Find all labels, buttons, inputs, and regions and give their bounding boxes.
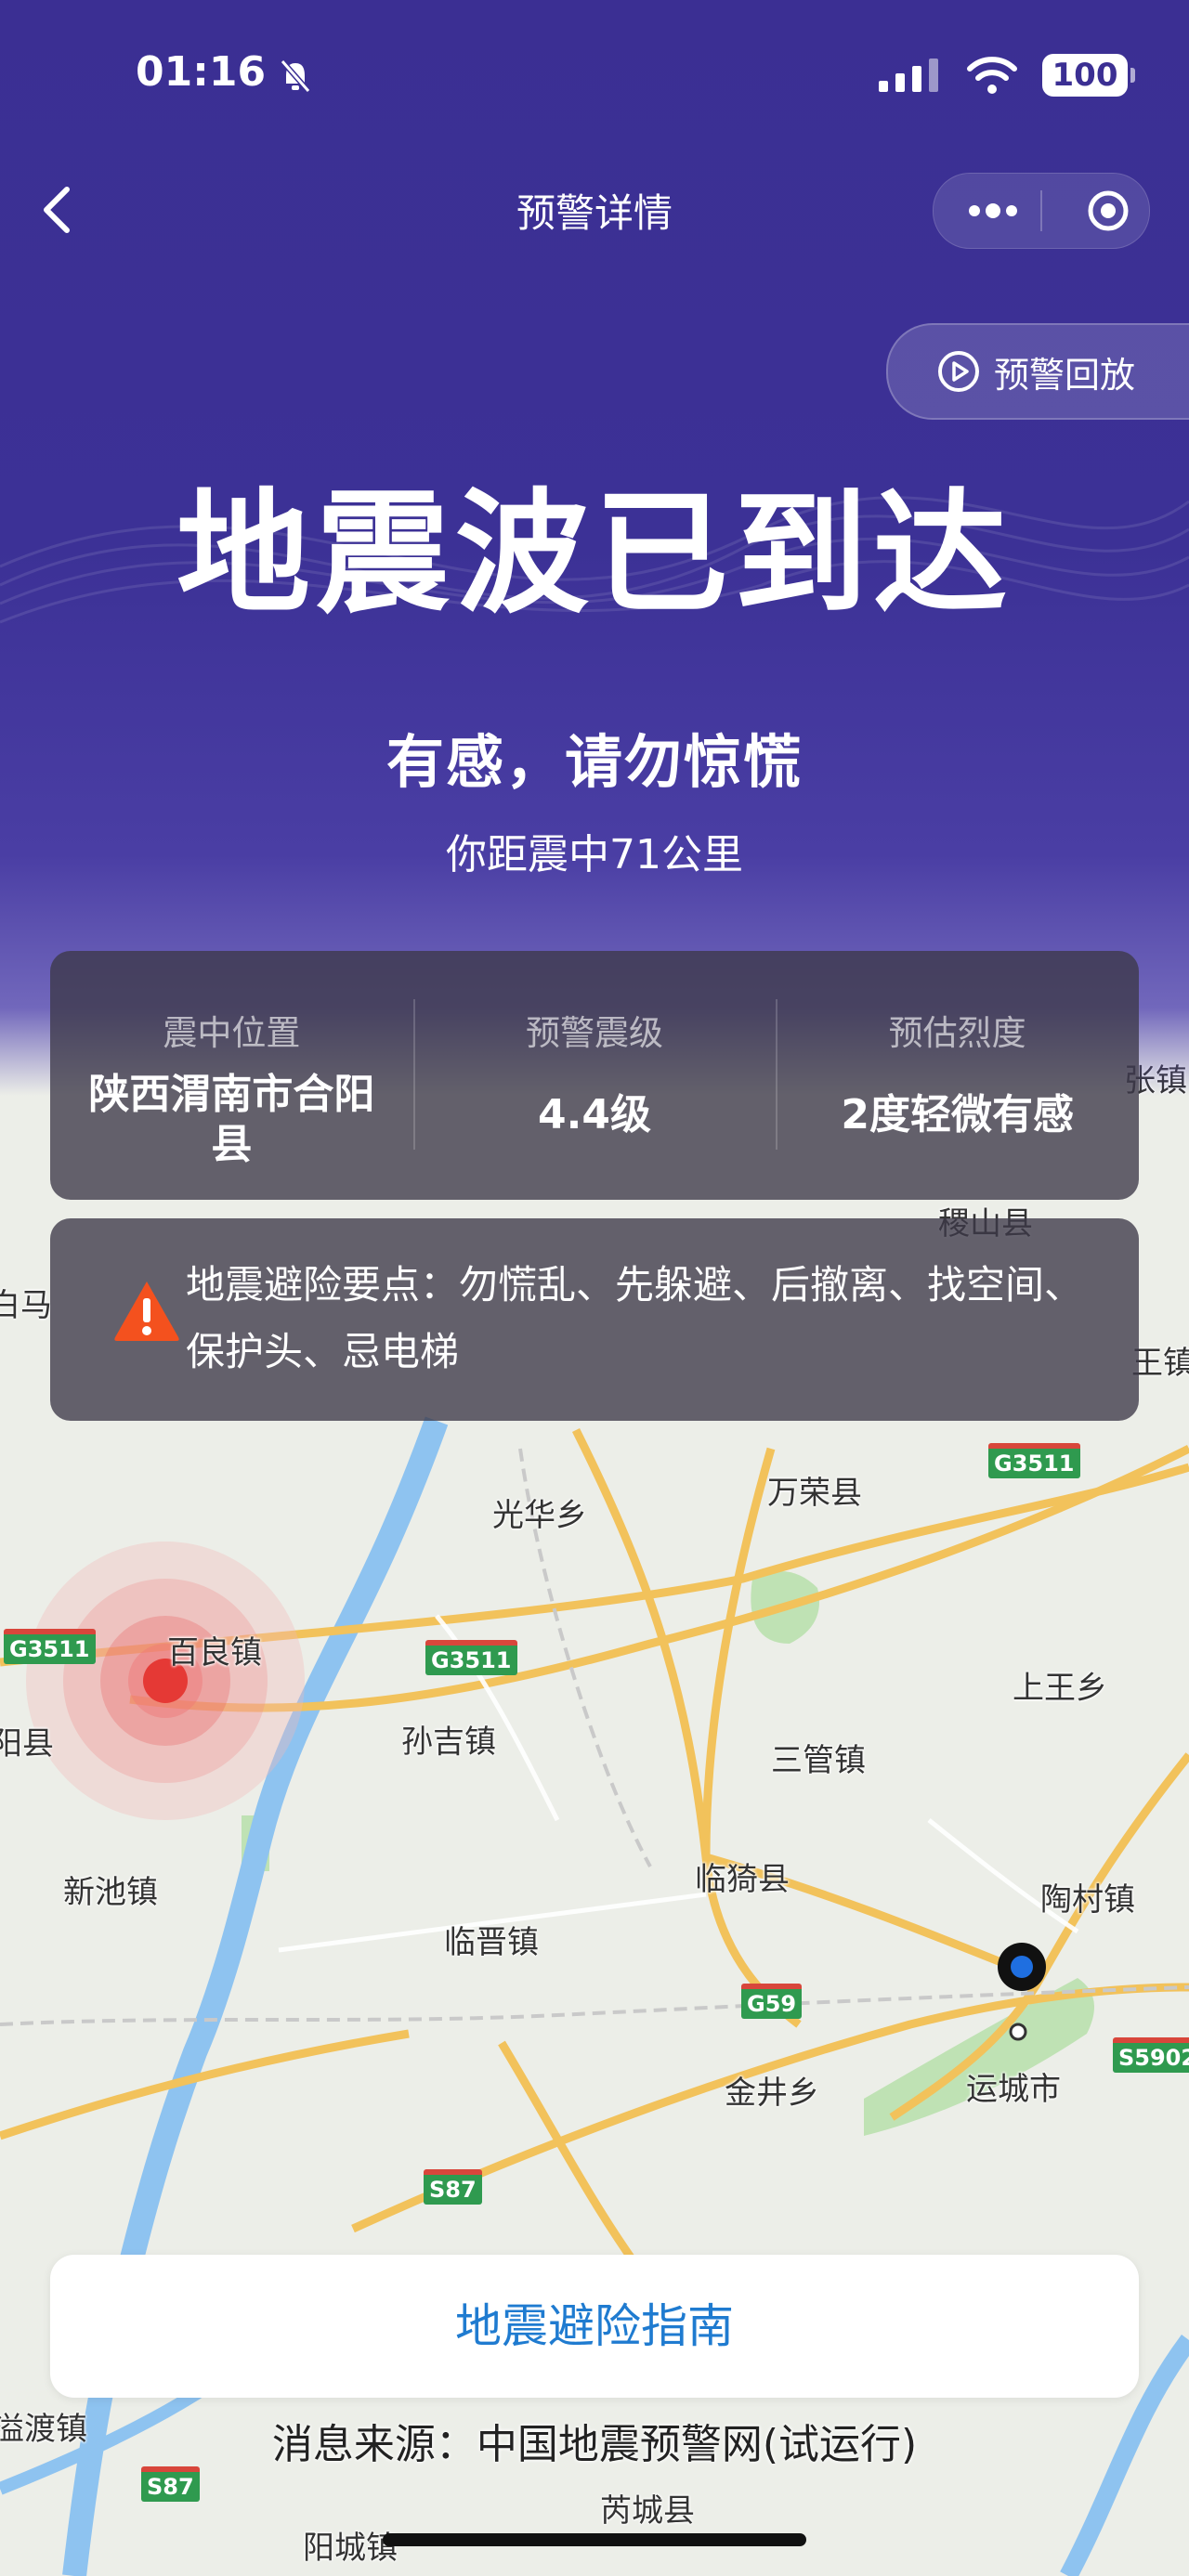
- map-place-label: 运城市: [966, 2071, 1061, 2108]
- warning-icon: [114, 1281, 179, 1341]
- alert-replay-button[interactable]: 预警回放: [886, 323, 1189, 420]
- map-road-badge: G3511: [988, 1443, 1080, 1478]
- map-place-label: 孙吉镇: [401, 1724, 496, 1761]
- wifi-icon: [967, 57, 1017, 94]
- mute-icon: [280, 59, 311, 93]
- map-place-label: 三管镇: [771, 1742, 866, 1779]
- status-indicators: 100: [877, 54, 1135, 97]
- intensity-label: 预估烈度: [888, 1013, 1026, 1053]
- play-icon: [938, 351, 979, 392]
- safety-tips-text: 地震避险要点：勿慌乱、先躲避、后撤离、找空间、保护头、忌电梯: [186, 1262, 1084, 1374]
- map-road-badge: S87: [141, 2466, 200, 2502]
- map-place-label: 阳城镇: [303, 2530, 398, 2567]
- map-place-label: 王镇: [1131, 1345, 1189, 1382]
- map-place-label: 百良镇: [167, 1634, 262, 1672]
- home-indicator[interactable]: [383, 2533, 806, 2546]
- magnitude-column: 预警震级 4.4级: [412, 951, 777, 1200]
- map-road-badge: G3511: [4, 1629, 96, 1664]
- signal-icon: [879, 59, 938, 92]
- source-text: 消息来源：中国地震预警网(试运行): [271, 2421, 918, 2468]
- epicenter-label: 震中位置: [163, 1013, 301, 1053]
- safety-tips-card: 地震避险要点：勿慌乱、先躲避、后撤离、找空间、保护头、忌电梯: [50, 1218, 1139, 1421]
- epicenter-column: 震中位置 陕西渭南市合阳县: [50, 951, 413, 1200]
- map-place-label: 万荣县: [767, 1475, 862, 1512]
- alert-subheadline: 有感，请勿惊慌: [385, 728, 803, 796]
- map-road-badge: S87: [424, 2169, 482, 2205]
- map-place-label: 上王乡: [1013, 1670, 1107, 1707]
- distance-text: 你距震中71公里: [446, 831, 743, 878]
- alert-headline: 地震波已到达: [176, 475, 1013, 631]
- close-miniprogram-icon[interactable]: [1086, 189, 1130, 233]
- map-road-badge: S5902: [1113, 2037, 1189, 2073]
- alert-replay-label: 预警回放: [994, 354, 1136, 396]
- map-place-label: 新池镇: [63, 1874, 158, 1911]
- magnitude-label: 预警震级: [526, 1013, 663, 1053]
- epicenter-value: 陕西渭南市合阳县: [88, 1071, 375, 1168]
- map-place-label: 芮城县: [600, 2492, 695, 2530]
- safety-guide-button[interactable]: 地震避险指南: [50, 2255, 1139, 2398]
- map-place-label: 白马: [0, 1287, 52, 1324]
- map-road-badge: G59: [741, 1984, 803, 2019]
- map-place-label: 临猗县: [695, 1861, 790, 1898]
- map-place-label: 金井乡: [725, 2075, 819, 2112]
- intensity-column: 预估烈度 2度轻微有感: [776, 951, 1139, 1200]
- battery-icon: 100: [1042, 54, 1135, 97]
- status-time: 01:16: [136, 48, 267, 96]
- quake-info-card: 震中位置 陕西渭南市合阳县 预警震级 4.4级 预估烈度 2度轻微有感: [50, 951, 1139, 1200]
- map-place-label: 临晋镇: [444, 1924, 539, 1961]
- map-road-badge: G3511: [425, 1640, 517, 1675]
- intensity-value: 2度轻微有感: [841, 1091, 1074, 1138]
- magnitude-value: 4.4级: [538, 1091, 651, 1138]
- map-place-label: 陶村镇: [1040, 1881, 1135, 1919]
- map-place-label: 阳县: [0, 1725, 54, 1763]
- mini-program-capsule: [933, 173, 1150, 249]
- more-icon[interactable]: [967, 202, 1019, 220]
- map-place-label: 光华乡: [492, 1497, 587, 1534]
- battery-level: 100: [1052, 57, 1118, 94]
